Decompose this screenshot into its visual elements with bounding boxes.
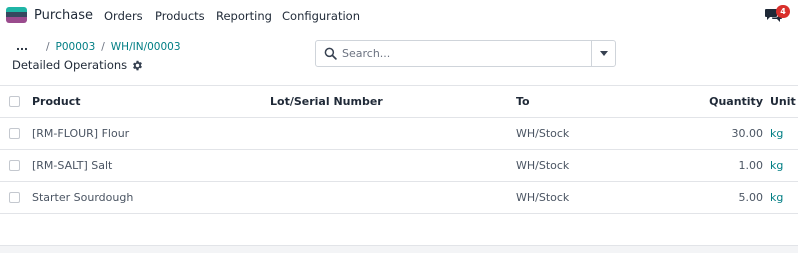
row-checkbox[interactable] (9, 192, 20, 203)
unit-cell[interactable]: kg (770, 118, 783, 149)
table-row[interactable]: [RM-FLOUR] Flour WH/Stock 30.00 kg (0, 118, 798, 150)
search-icon (324, 47, 337, 60)
app-name[interactable]: Purchase (34, 8, 93, 23)
product-cell[interactable]: [RM-FLOUR] Flour (32, 118, 129, 149)
menu-orders[interactable]: Orders (104, 9, 143, 23)
breadcrumb-separator: / (45, 41, 50, 53)
select-all-checkbox[interactable] (9, 96, 20, 107)
column-header-lot[interactable]: Lot/Serial Number (270, 86, 383, 117)
row-checkbox[interactable] (9, 128, 20, 139)
unit-cell[interactable]: kg (770, 182, 783, 213)
purchase-app-icon[interactable] (6, 7, 27, 23)
empty-row (0, 214, 798, 246)
search-box (315, 40, 616, 67)
quantity-cell[interactable]: 30.00 (732, 118, 764, 149)
product-cell[interactable]: [RM-SALT] Salt (32, 150, 112, 181)
destination-cell[interactable]: WH/Stock (516, 150, 569, 181)
destination-cell[interactable]: WH/Stock (516, 118, 569, 149)
page-title-row: Detailed Operations (12, 58, 143, 72)
breadcrumb-purchase-order[interactable]: P00003 (56, 41, 96, 53)
product-cell[interactable]: Starter Sourdough (32, 182, 133, 213)
top-navbar: Purchase Orders Products Reporting Confi… (0, 0, 798, 32)
column-header-to[interactable]: To (516, 86, 530, 117)
quantity-cell[interactable]: 5.00 (739, 182, 764, 213)
destination-cell[interactable]: WH/Stock (516, 182, 569, 213)
search-options-toggle[interactable] (591, 41, 615, 66)
menu-reporting[interactable]: Reporting (216, 9, 272, 23)
breadcrumb-ellipsis[interactable]: ... (16, 41, 28, 53)
menu-products[interactable]: Products (155, 9, 205, 23)
column-header-quantity[interactable]: Quantity (709, 86, 763, 117)
page-title: Detailed Operations (12, 58, 128, 72)
table-row[interactable]: [RM-SALT] Salt WH/Stock 1.00 kg (0, 150, 798, 182)
caret-down-icon (600, 51, 608, 56)
search-input[interactable] (342, 42, 592, 65)
breadcrumb-separator: / (101, 41, 105, 53)
quantity-cell[interactable]: 1.00 (739, 150, 764, 181)
table-footer (0, 246, 798, 253)
row-checkbox[interactable] (9, 160, 20, 171)
gear-icon[interactable] (132, 60, 143, 71)
unit-cell[interactable]: kg (770, 150, 783, 181)
column-header-product[interactable]: Product (32, 86, 81, 117)
breadcrumb: ... / P00003 / WH/IN/00003 (16, 41, 181, 53)
table-header: Product Lot/Serial Number To Quantity Un… (0, 85, 798, 118)
column-header-unit[interactable]: Unit (770, 86, 796, 117)
detailed-operations-table: Product Lot/Serial Number To Quantity Un… (0, 85, 798, 246)
chat-counter-badge: 4 (776, 5, 790, 18)
table-row[interactable]: Starter Sourdough WH/Stock 5.00 kg (0, 182, 798, 214)
menu-configuration[interactable]: Configuration (282, 9, 360, 23)
breadcrumb-receipt[interactable]: WH/IN/00003 (111, 41, 181, 53)
